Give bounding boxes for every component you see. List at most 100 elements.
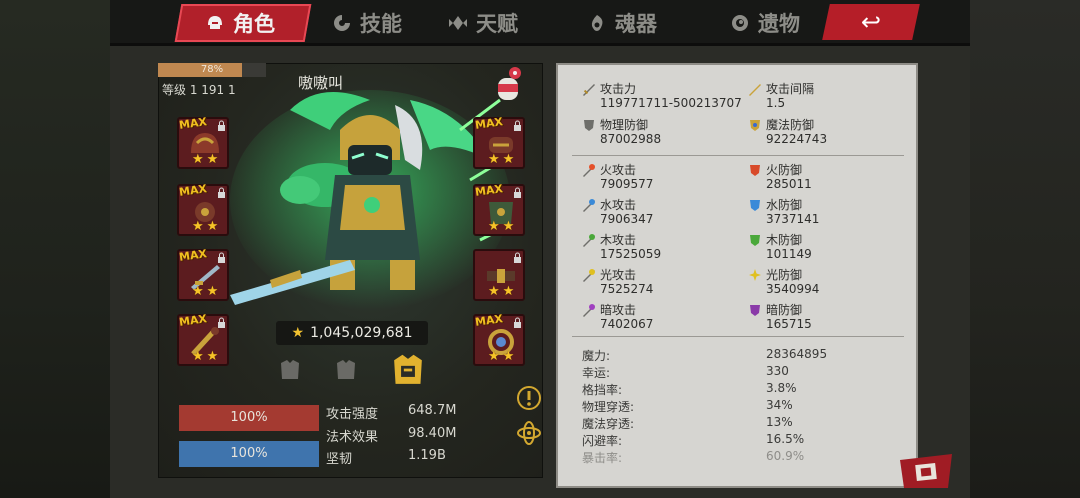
prop-physical-penetration: 物理穿透: 34% xyxy=(582,398,793,414)
star-rating: ★ ★ xyxy=(488,284,514,299)
tab-soul-vessel[interactable]: 魂器 xyxy=(587,6,657,40)
hourglass-sword-icon xyxy=(749,84,761,96)
lock-icon xyxy=(514,187,521,198)
armor-set-1-icon[interactable] xyxy=(277,357,303,383)
star-icon: ★ xyxy=(502,349,515,364)
dark-sword-icon xyxy=(583,304,595,317)
equip-slot-right-4[interactable]: MAX ★ ★ xyxy=(473,312,525,366)
stat-label: 攻击强度 xyxy=(326,407,379,422)
lock-icon xyxy=(514,252,521,263)
tab-talent[interactable]: 天赋 xyxy=(448,6,518,40)
armor-set-3-icon[interactable] xyxy=(390,352,426,388)
stat-toughness: 坚韧 1.19B xyxy=(326,448,446,467)
light-shield-icon xyxy=(749,269,761,281)
lock-icon xyxy=(514,120,521,131)
exp-bar: 78% xyxy=(158,63,266,77)
info-icon[interactable] xyxy=(516,385,542,411)
star-rating: ★ ★ xyxy=(488,152,514,167)
equip-slot-left-4[interactable]: MAX ★ ★ xyxy=(177,312,229,366)
stat-label: 坚韧 xyxy=(326,452,353,467)
star-icon: ★ xyxy=(192,349,204,364)
wood-shield-icon xyxy=(750,235,760,246)
helmet-icon xyxy=(208,16,222,29)
soul-flame-icon xyxy=(591,15,603,31)
star-rating: ★ ★ xyxy=(192,152,218,167)
combat-power-value: 1,045,029,681 xyxy=(310,325,413,341)
star-icon: ★ xyxy=(206,152,219,167)
back-arrow-icon: ↩ xyxy=(860,8,882,36)
prop-block-rate: 格挡率: 3.8% xyxy=(582,381,797,397)
tab-soul-vessel-label: 魂器 xyxy=(615,12,657,36)
fire-sword-icon xyxy=(583,164,595,177)
health-bar: 100% xyxy=(179,405,319,431)
prop-magic-penetration: 魔法穿透: 13% xyxy=(582,415,793,431)
equip-slot-left-2[interactable]: MAX ★ ★ xyxy=(177,182,229,236)
star-icon: ★ xyxy=(206,349,219,364)
equip-slot-left-1[interactable]: MAX ★ ★ xyxy=(177,115,229,169)
dark-shield-icon xyxy=(750,305,760,316)
divider xyxy=(572,336,904,337)
sword-icon xyxy=(583,84,595,96)
tab-skills[interactable]: 技能 xyxy=(332,6,402,40)
lock-icon xyxy=(218,252,225,263)
prop-crit-rate: 暴击率: 60.9% xyxy=(582,449,805,465)
stat-value: 648.7M xyxy=(408,403,457,418)
water-sword-icon xyxy=(583,199,595,212)
star-rating: ★ ★ xyxy=(488,219,514,234)
level-text: 等级 1 191 1 xyxy=(162,83,236,97)
wood-sword-icon xyxy=(583,234,595,247)
tab-talent-label: 天赋 xyxy=(476,12,518,36)
stat-spell-effect: 法术效果 98.40M xyxy=(326,426,456,445)
mana-bar: 100% xyxy=(179,441,319,467)
prop-dodge-rate: 闪避率: 16.5% xyxy=(582,432,805,448)
star-icon: ★ xyxy=(502,284,515,299)
star-icon: ★ xyxy=(488,349,500,364)
star-rating: ★ ★ xyxy=(192,219,218,234)
equip-slot-right-2[interactable]: MAX ★ ★ xyxy=(473,182,525,236)
magic-shield-icon xyxy=(750,120,760,131)
light-sword-icon xyxy=(583,269,595,282)
stat-value: 98.40M xyxy=(408,426,457,441)
stat-value: 1.19B xyxy=(408,448,446,463)
equip-slot-right-1[interactable]: MAX ★ ★ xyxy=(473,115,525,169)
tab-character-label: 角色 xyxy=(233,12,275,36)
star-icon: ★ xyxy=(206,219,219,234)
back-button[interactable]: ↩ xyxy=(822,4,920,40)
prop-mana: 魔力: 28364895 xyxy=(582,347,828,363)
attribute-panel: 攻击力 119771711-500213707 攻击间隔 1.5 物理防御 87… xyxy=(556,63,918,488)
star-icon: ★ xyxy=(502,152,515,167)
equip-slot-right-3[interactable]: ★ ★ xyxy=(473,249,525,301)
lock-icon xyxy=(514,317,521,328)
star-icon: ★ xyxy=(488,219,500,234)
shop-chest-icon[interactable] xyxy=(896,440,956,490)
star-icon: ★ xyxy=(502,219,515,234)
star-icon: ★ xyxy=(291,325,305,341)
star-icon: ★ xyxy=(192,284,204,299)
divider xyxy=(572,155,904,156)
star-rating: ★ ★ xyxy=(192,284,218,299)
atom-icon[interactable] xyxy=(516,420,542,446)
stat-label: 法术效果 xyxy=(326,430,379,445)
shield-icon xyxy=(584,120,594,131)
star-icon: ★ xyxy=(192,219,204,234)
lock-icon xyxy=(218,120,225,131)
star-icon: ★ xyxy=(206,284,219,299)
swirl-icon xyxy=(334,15,350,31)
fire-shield-icon xyxy=(750,165,760,176)
combat-power: ★ 1,045,029,681 xyxy=(276,321,428,345)
tab-skills-label: 技能 xyxy=(360,12,402,36)
tab-relics[interactable]: 遗物 xyxy=(730,6,800,40)
spiral-icon xyxy=(732,15,748,31)
lock-icon xyxy=(218,187,225,198)
equip-slot-left-3[interactable]: MAX ★ ★ xyxy=(177,247,229,301)
star-icon: ★ xyxy=(488,284,500,299)
armor-set-2-icon[interactable] xyxy=(333,357,359,383)
prop-luck: 幸运: 330 xyxy=(582,364,789,380)
lock-icon xyxy=(218,317,225,328)
star-rating: ★ ★ xyxy=(488,349,514,364)
water-shield-icon xyxy=(750,200,760,211)
tab-character[interactable]: 角色 xyxy=(205,6,275,40)
star-rating: ★ ★ xyxy=(192,349,218,364)
star-icon: ★ xyxy=(488,152,500,167)
exp-percent: 78% xyxy=(200,64,224,75)
